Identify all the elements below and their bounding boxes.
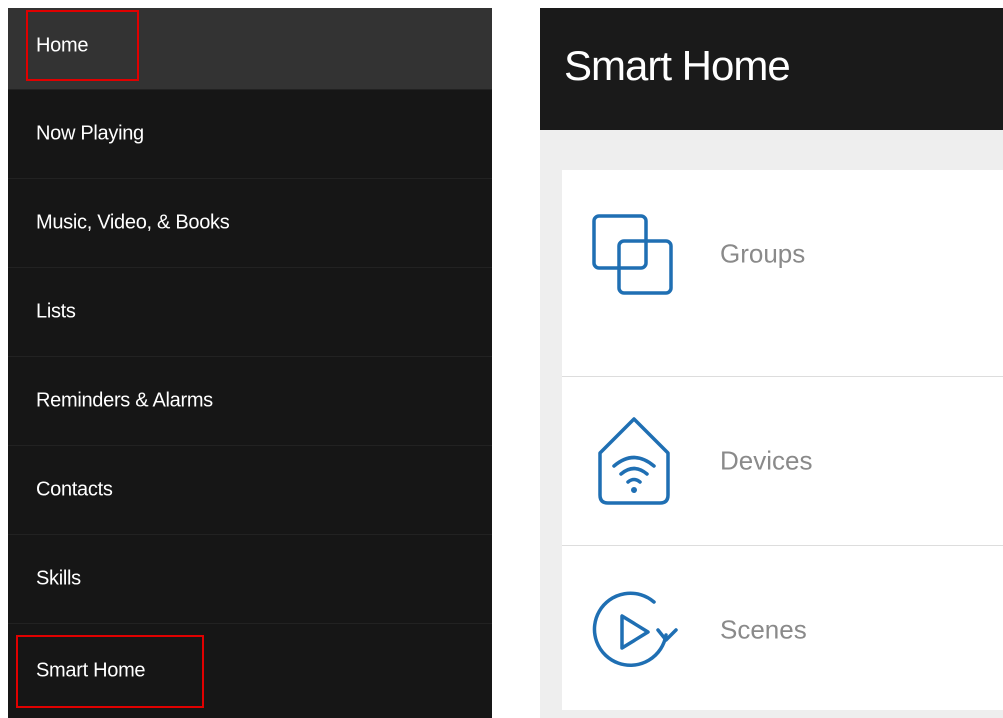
nav-item-label: Home bbox=[36, 34, 89, 57]
app-header: Smart Home bbox=[540, 8, 1003, 130]
nav-item-label: Lists bbox=[36, 300, 76, 323]
groups-row[interactable]: Groups bbox=[562, 170, 1003, 338]
nav-item-smart-home[interactable]: Smart Home bbox=[8, 623, 492, 718]
smart-home-page: Smart Home Groups Devices Scenes bbox=[540, 8, 1003, 718]
groups-label: Groups bbox=[720, 238, 806, 269]
nav-item-label: Skills bbox=[36, 567, 81, 590]
devices-label: Devices bbox=[720, 445, 813, 476]
nav-item-music-video-books[interactable]: Music, Video, & Books bbox=[8, 178, 492, 267]
nav-item-lists[interactable]: Lists bbox=[8, 267, 492, 356]
nav-item-reminders-alarms[interactable]: Reminders & Alarms bbox=[8, 356, 492, 445]
nav-item-label: Music, Video, & Books bbox=[36, 211, 230, 234]
nav-item-now-playing[interactable]: Now Playing bbox=[8, 89, 492, 178]
nav-item-label: Contacts bbox=[36, 478, 113, 501]
groups-icon bbox=[592, 214, 673, 295]
nav-item-label: Smart Home bbox=[36, 659, 146, 682]
navigation-drawer: Home Now Playing Music, Video, & Books L… bbox=[8, 8, 492, 718]
nav-item-skills[interactable]: Skills bbox=[8, 534, 492, 623]
scenes-icon bbox=[592, 591, 678, 667]
devices-row[interactable]: Devices bbox=[562, 377, 1003, 545]
scenes-row[interactable]: Scenes bbox=[562, 546, 1003, 714]
nav-item-contacts[interactable]: Contacts bbox=[8, 445, 492, 534]
options-card: Groups Devices Scenes bbox=[562, 170, 1003, 710]
devices-icon bbox=[598, 417, 670, 505]
nav-item-home[interactable]: Home bbox=[8, 8, 492, 89]
page-title: Smart Home bbox=[564, 42, 791, 89]
nav-item-label: Reminders & Alarms bbox=[36, 389, 213, 412]
scenes-label: Scenes bbox=[720, 614, 807, 645]
nav-item-label: Now Playing bbox=[36, 122, 144, 145]
